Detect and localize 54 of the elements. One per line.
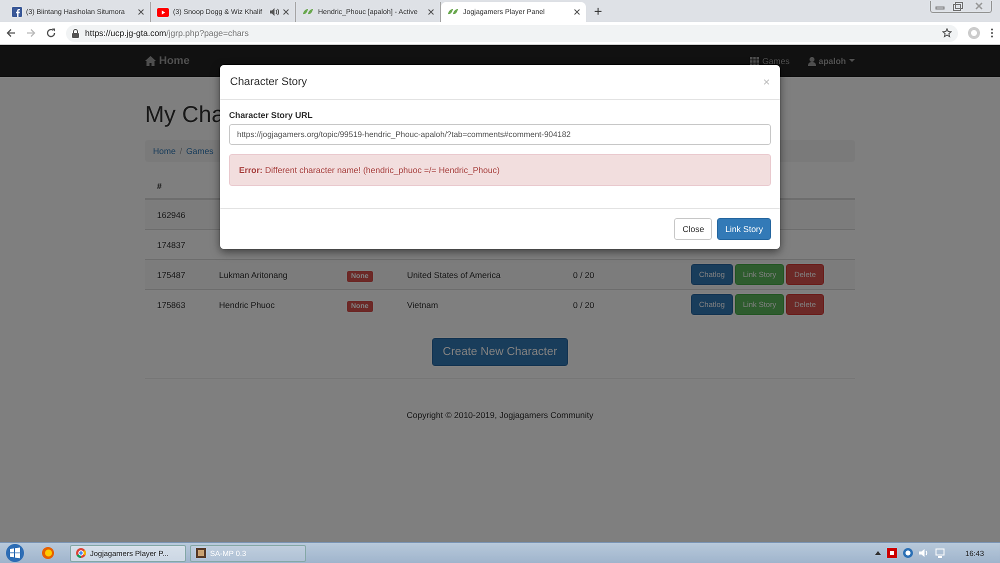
back-icon [6, 28, 16, 38]
caret-icon [849, 59, 855, 63]
close-button[interactable]: × [762, 75, 770, 89]
games-link[interactable]: Games [750, 56, 790, 66]
speaker-icon [919, 548, 930, 558]
copyright-text: Copyright © 2010-2019, Jogjagamers Community [406, 410, 594, 420]
close-icon [975, 2, 983, 10]
table-cell: United States of America [395, 260, 561, 290]
start-icon [6, 544, 24, 562]
play-icon [157, 8, 169, 16]
network-icon [935, 548, 946, 558]
browser-icon [76, 548, 86, 558]
table-cell: 162946 [145, 199, 207, 230]
dialog-title: Character Story [230, 76, 308, 88]
field-label: Character Story URL [229, 110, 314, 120]
close-icon[interactable] [574, 9, 580, 15]
table-cell: 0 / 20 [561, 260, 679, 290]
table-cell: 175863 [145, 290, 207, 319]
close-icon[interactable] [138, 9, 144, 15]
leaf-icon [302, 8, 314, 16]
close-button[interactable]: Close [674, 218, 712, 240]
table-cell: Hendric Phuoc [207, 290, 335, 319]
forward-icon [26, 28, 36, 38]
caret-icon [875, 551, 882, 555]
letter-f-icon [12, 7, 22, 17]
breadcrumb-link[interactable]: Home [153, 146, 176, 156]
breadcrumb-link[interactable]: Games [186, 146, 214, 156]
table-cell: 0 / 20 [561, 290, 679, 319]
table-cell: 175487 [145, 260, 207, 290]
url-text: https://ucp.jg-gta.com/jgrp.php?page=chars [85, 28, 249, 38]
user-icon [808, 56, 816, 66]
profile-icon [968, 27, 980, 39]
home-link[interactable]: Home [145, 55, 190, 67]
restore-icon [953, 2, 963, 11]
create-character-button[interactable]: Create New Character [432, 338, 568, 366]
table-cell: Lukman Aritonang [207, 260, 335, 290]
new-tab-button[interactable]: + [594, 3, 602, 19]
input-field[interactable]: https://jogjagamers.org/topic/99519-hendric_Phouc-apaloh/?tab=comments#comment-904182 [229, 124, 771, 145]
close-icon[interactable] [428, 9, 434, 15]
address-bar[interactable]: https://ucp.jg-gta.com/jgrp.php?page=chars [66, 24, 958, 42]
table-cell: Vietnam [395, 290, 561, 319]
error-message: Error: Different character name! (hendric_phuoc =/= Hendric_Phouc) [229, 154, 771, 186]
user-menu[interactable]: apaloh [808, 56, 855, 66]
breadcrumb-separator: / [180, 146, 182, 156]
close-icon[interactable] [283, 9, 289, 15]
grid-icon [750, 56, 760, 66]
menu-icon [990, 28, 994, 38]
reload-icon [46, 28, 56, 38]
lock-icon [72, 28, 79, 38]
house-icon [145, 56, 156, 66]
star-icon [942, 28, 952, 38]
link-story-button[interactable]: Link Story [717, 218, 771, 240]
leaf-icon [447, 8, 459, 16]
game-icon [196, 548, 206, 558]
